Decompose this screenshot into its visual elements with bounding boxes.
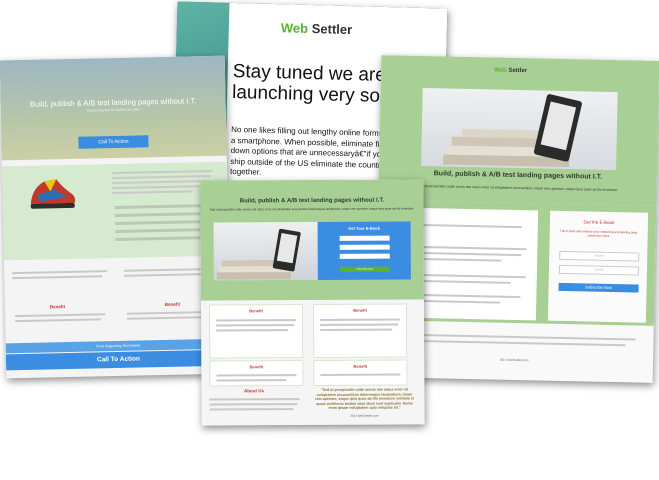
text-line — [209, 403, 298, 406]
benefit-card: Benefit — [209, 304, 304, 359]
text-line — [15, 318, 102, 323]
benefit-heading: Benefit — [353, 363, 368, 369]
copyright: 2014 WebSettler.com — [350, 413, 379, 418]
landing-page-screenshot-front: Build, publish & A/B test landing pages … — [200, 179, 425, 426]
phone-input[interactable] — [339, 253, 390, 259]
ereader-books-image — [213, 221, 318, 281]
call-to-action-button[interactable]: Call To Action — [78, 135, 149, 149]
form-title: Get the E-Book — [583, 219, 615, 226]
text-line — [395, 339, 626, 347]
name-input[interactable] — [339, 235, 390, 241]
ebook-optin-form: Get the E-Book The E-book will enhance y… — [547, 210, 649, 323]
subscribe-button[interactable]: Subscribe Now — [339, 266, 390, 272]
text-line — [12, 275, 103, 280]
text-line — [216, 319, 297, 322]
logo-settler: Settler — [508, 67, 528, 75]
benefit-heading-b: Benefit — [164, 301, 181, 307]
footer-call-to-action[interactable]: Call To Action — [5, 349, 232, 371]
landing-page-screenshot-left: Build, publish & A/B test landing pages … — [0, 55, 232, 379]
benefit-card: Benefit — [209, 360, 304, 387]
text-line — [12, 270, 108, 275]
subscribe-button[interactable]: Subscribe Now — [558, 282, 639, 293]
text-line — [15, 313, 106, 318]
email-input[interactable]: Email — [558, 264, 640, 276]
logo-web: Web — [494, 67, 507, 74]
benefit-card: Benefit — [313, 303, 408, 358]
websettler-logo: Web Settler — [281, 20, 353, 37]
text-line — [216, 379, 287, 382]
testimonial-quote: "Sed ut perspiciatis unde omnis iste nat… — [315, 387, 414, 410]
optin-title: Get Your E-Book — [348, 225, 380, 231]
benefit-heading-a: Benefit — [49, 304, 66, 310]
ereader-books-image — [421, 87, 618, 171]
websettler-logo: Web Settler — [494, 67, 527, 74]
text-line — [209, 408, 294, 411]
name-input[interactable]: Name — [559, 250, 640, 262]
text-line — [216, 374, 297, 377]
about-us-heading: About Us — [243, 388, 264, 394]
sneaker-icon — [26, 173, 79, 214]
text-line — [320, 323, 399, 326]
optin-box: Get Your E-Book Subscribe Now — [317, 221, 411, 280]
email-input[interactable] — [339, 244, 390, 250]
benefit-heading: Benefit — [249, 364, 264, 370]
form-subtitle: The E-book will enhance your marketing a… — [560, 228, 638, 238]
logo-web: Web — [280, 20, 309, 36]
text-line — [320, 318, 401, 321]
hero-title: Build, publish & A/B test landing pages … — [239, 197, 385, 205]
benefit-card: Benefit — [313, 359, 408, 386]
benefit-heading: Benefit — [353, 307, 367, 313]
text-line — [216, 329, 289, 332]
logo-settler: Settler — [311, 21, 353, 38]
text-line — [320, 328, 393, 331]
text-line — [320, 373, 401, 376]
text-line — [209, 398, 300, 401]
benefit-heading: Benefit — [249, 308, 263, 314]
text-line — [216, 324, 295, 327]
